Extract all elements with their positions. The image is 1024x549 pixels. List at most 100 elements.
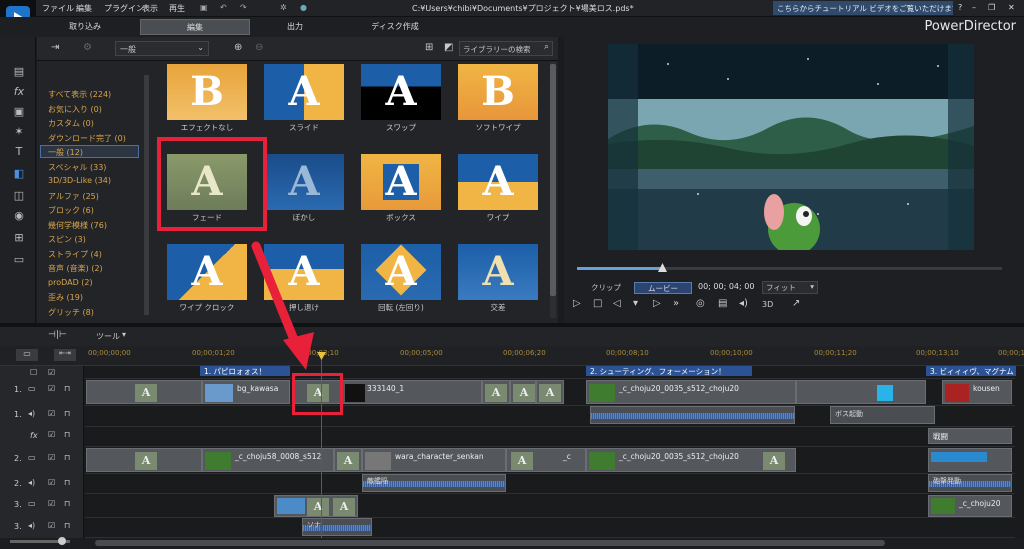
transition-clip[interactable]: A — [86, 448, 202, 472]
track-header[interactable]: 3. ◂) ☑ ⊓ — [0, 518, 84, 536]
category-item[interactable]: スペシャル (33) — [48, 162, 106, 173]
category-item[interactable]: ストライプ (4) — [48, 249, 102, 260]
undo-icon[interactable]: ↶ — [220, 3, 227, 12]
lock-icon[interactable]: ⊓ — [64, 521, 70, 530]
transition-thumbnail[interactable]: A — [167, 244, 247, 300]
grid-view-icon[interactable]: ⊞ — [425, 42, 433, 53]
transition-thumbnail[interactable]: A — [361, 244, 441, 300]
track-header[interactable]: 2. ◂) ☑ ⊓ — [0, 475, 84, 493]
particle-room-icon[interactable]: ✶ — [12, 125, 26, 139]
category-item[interactable]: 幾何学模様 (76) — [48, 220, 107, 231]
library-scroll-thumb[interactable] — [550, 64, 556, 296]
track-manager-icon[interactable]: ▭ — [16, 349, 38, 361]
subtitle-icon[interactable]: ▤ — [718, 298, 727, 309]
menu-plugin[interactable]: プラグイン — [104, 3, 144, 14]
timeline-scroll-thumb[interactable] — [95, 540, 885, 546]
transition-room-icon[interactable]: ◧ — [12, 167, 26, 181]
next-frame-icon[interactable]: ▷ — [653, 298, 661, 309]
media-room-icon[interactable]: ▤ — [12, 65, 26, 79]
chapter-marker[interactable]: 3. ビィィィヴ、マグナム — [926, 366, 1016, 376]
mode-movie[interactable]: ムービー — [634, 282, 692, 294]
mode-clip[interactable]: クリップ — [573, 282, 633, 294]
track-enable-checkbox[interactable]: ☑ — [48, 384, 55, 393]
import-icon[interactable]: ⇥ — [51, 42, 59, 53]
video-clip[interactable]: _c_choju20 — [928, 495, 1012, 517]
add-category-icon[interactable]: ⊕ — [234, 42, 242, 53]
transition-thumbnail[interactable]: B — [458, 64, 538, 120]
close-icon[interactable]: ✕ — [1008, 3, 1015, 12]
audio-clip[interactable]: ソナ — [302, 518, 372, 536]
transition-thumbnail[interactable]: A — [458, 154, 538, 210]
track-enable-checkbox[interactable]: ☑ — [48, 430, 55, 439]
category-item[interactable]: ダウンロード完了 (0) — [48, 133, 126, 144]
lock-icon[interactable]: ⊓ — [64, 478, 70, 487]
title-room-icon[interactable]: T — [12, 145, 26, 159]
play-icon[interactable]: ▷ — [573, 298, 581, 309]
fit-timeline-icon[interactable]: ⇤⇥ — [54, 349, 76, 361]
lock-icon[interactable]: ⊓ — [64, 499, 70, 508]
restore-icon[interactable]: ❐ — [988, 3, 995, 12]
tab-produce[interactable]: 出力 — [255, 19, 335, 35]
transition-clip[interactable]: A _c — [506, 448, 586, 472]
category-item[interactable]: カスタム (0) — [48, 118, 94, 129]
timecode[interactable]: 00; 00; 04; 00 — [698, 282, 754, 291]
audio-clip[interactable] — [590, 406, 795, 424]
account-icon[interactable]: ● — [300, 3, 307, 12]
category-item[interactable]: 歪み (19) — [48, 292, 83, 303]
audio-clip[interactable]: ボス起動 — [830, 406, 935, 424]
video-clip[interactable]: 333140_1 — [342, 380, 482, 404]
lock-icon[interactable]: ⊓ — [64, 409, 70, 418]
transition-thumbnail[interactable]: A — [361, 154, 441, 210]
transition-clip[interactable]: A — [86, 380, 202, 404]
track-enable-checkbox[interactable]: ☑ — [48, 453, 55, 462]
transition-thumbnail[interactable]: A — [264, 64, 344, 120]
split-icon[interactable]: ⊣|⊢ — [48, 330, 67, 340]
transition-clip[interactable]: AA — [274, 495, 358, 517]
settings-icon[interactable]: ✲ — [280, 3, 287, 12]
toggle-all-icon[interactable]: ☐ — [30, 368, 37, 377]
mark-icon[interactable]: ▾ — [633, 298, 638, 309]
video-clip[interactable] — [928, 448, 1012, 472]
category-item[interactable]: ブロック (6) — [48, 205, 94, 216]
category-item[interactable]: スピン (3) — [48, 234, 86, 245]
video-clip[interactable] — [796, 380, 926, 404]
transition-clip[interactable]: A — [510, 380, 536, 404]
audio-clip[interactable]: 敵艦陥 — [362, 474, 506, 492]
audio-clip[interactable]: 砲撃発動 — [928, 474, 1012, 492]
menu-edit[interactable]: 編集 — [76, 3, 92, 14]
redo-icon[interactable]: ↷ — [240, 3, 247, 12]
enable-all-checkbox[interactable]: ☑ — [48, 368, 55, 377]
tab-disc[interactable]: ディスク作成 — [350, 19, 440, 35]
video-clip[interactable]: _c_choju20_0035_s512_choju20 A — [586, 448, 796, 472]
transition-thumbnail[interactable]: A — [264, 154, 344, 210]
transition-thumbnail[interactable]: B — [167, 64, 247, 120]
category-item[interactable]: 一般 (12) — [48, 147, 83, 158]
category-dropdown[interactable]: 一般 ⌄ — [115, 41, 209, 56]
category-item[interactable]: proDAD (2) — [48, 278, 93, 287]
tab-edit[interactable]: 編集 — [140, 19, 250, 35]
undock-icon[interactable]: ↗ — [792, 298, 800, 309]
track-header[interactable]: 2. ▭ ☑ ⊓ — [0, 450, 84, 468]
3d-toggle[interactable]: 3D — [762, 300, 773, 309]
help-icon[interactable]: ? — [958, 3, 962, 12]
track-enable-checkbox[interactable]: ☑ — [48, 521, 55, 530]
category-item[interactable]: すべて表示 (224) — [48, 89, 111, 100]
transition-clip[interactable]: A — [334, 448, 362, 472]
track-header[interactable]: 3. ▭ ☑ ⊓ — [0, 496, 84, 514]
category-item[interactable]: お気に入り (0) — [48, 104, 102, 115]
effect-clip[interactable]: 戦闘 — [928, 428, 1012, 444]
menu-play[interactable]: 再生 — [169, 3, 185, 14]
search-icon[interactable]: ⌕ — [544, 42, 549, 52]
video-clip[interactable]: wara_character_senkan — [362, 448, 506, 472]
chevron-down-icon[interactable]: ▾ — [122, 330, 126, 339]
fast-forward-icon[interactable]: » — [673, 298, 679, 309]
chapter-marker[interactable]: 1. パピロォォス！ — [200, 366, 290, 376]
track-enable-checkbox[interactable]: ☑ — [48, 478, 55, 487]
transition-thumbnail[interactable]: A — [264, 244, 344, 300]
prev-frame-icon[interactable]: ◁ — [613, 298, 621, 309]
snapshot-icon[interactable]: ◎ — [696, 298, 705, 309]
transition-clip[interactable]: A — [482, 380, 510, 404]
category-item[interactable]: グリッチ (8) — [48, 307, 94, 318]
menu-file[interactable]: ファイル — [42, 3, 74, 14]
video-clip[interactable]: bg_kawasa — [202, 380, 290, 404]
